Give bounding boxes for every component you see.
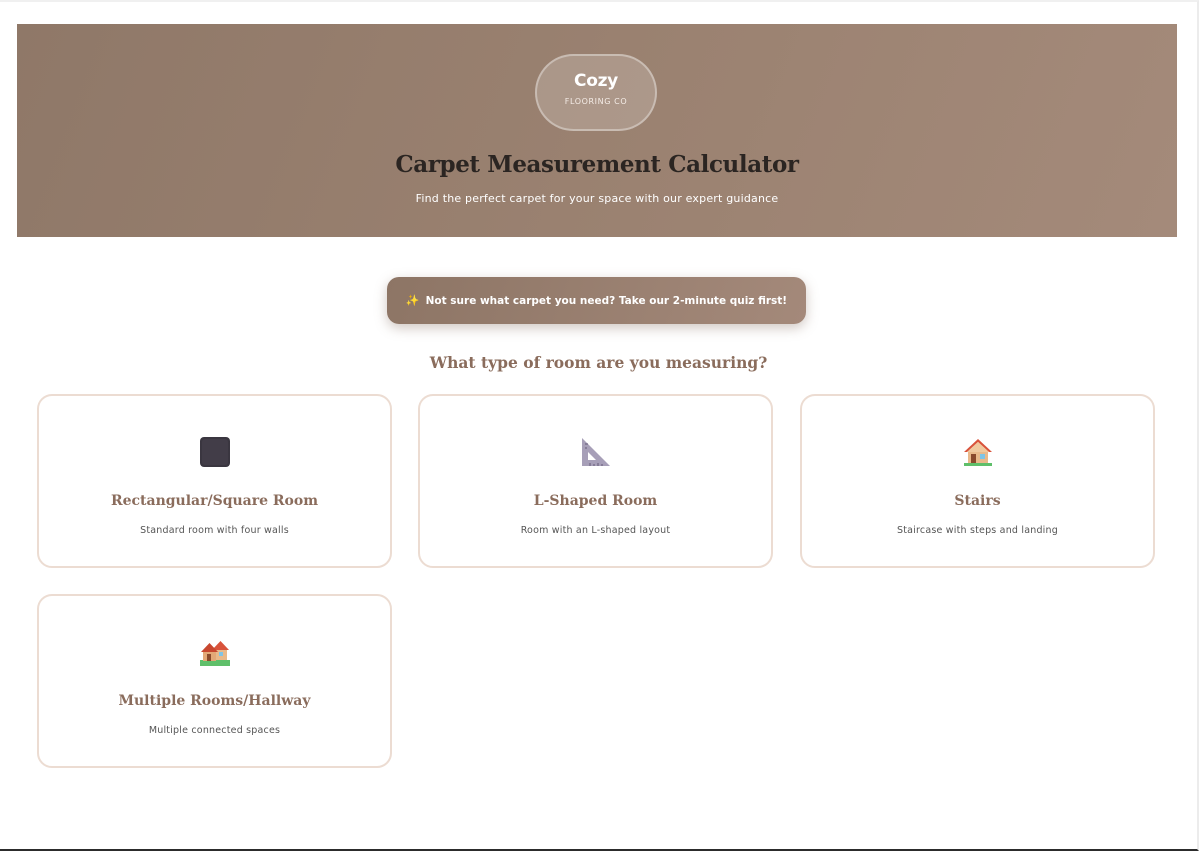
room-card-title: Rectangular/Square Room [110,493,319,509]
quiz-button[interactable]: ✨ Not sure what carpet you need? Take ou… [387,277,806,324]
room-card-l-shaped[interactable]: L-Shaped Room Room with an L-shaped layo… [418,394,773,568]
hero-banner: Cozy FLOORING CO Carpet Measurement Calc… [17,24,1177,237]
room-card-description: Staircase with steps and landing [897,525,1058,536]
triangle-ruler-icon [420,434,771,470]
room-card-rectangular[interactable]: Rectangular/Square Room Standard room wi… [37,394,392,568]
room-card-multiple[interactable]: Multiple Rooms/Hallway Multiple connecte… [37,594,392,768]
room-card-description: Multiple connected spaces [148,725,281,736]
room-type-heading: What type of room are you measuring? [429,353,768,372]
brand-name: Cozy [574,71,618,91]
quiz-button-label: Not sure what carpet you need? Take our … [425,294,788,307]
room-card-title: Multiple Rooms/Hallway [118,693,311,709]
sparkles-icon: ✨ [405,294,420,307]
house-icon [802,434,1153,470]
brand-logo[interactable]: Cozy FLOORING CO [535,54,657,131]
room-card-title: L-Shaped Room [533,493,658,509]
page-title: Carpet Measurement Calculator [395,151,799,178]
room-card-description: Standard room with four walls [140,525,289,536]
square-icon [39,434,390,470]
page-subtitle: Find the perfect carpet for your space w… [415,192,779,205]
room-card-title: Stairs [954,493,1001,509]
room-card-stairs[interactable]: Stairs Staircase with steps and landing [800,394,1155,568]
page-frame: Cozy FLOORING CO Carpet Measurement Calc… [0,0,1199,851]
room-card-description: Room with an L-shaped layout [520,525,671,536]
houses-icon [39,634,390,670]
brand-tagline: FLOORING CO [564,97,628,106]
